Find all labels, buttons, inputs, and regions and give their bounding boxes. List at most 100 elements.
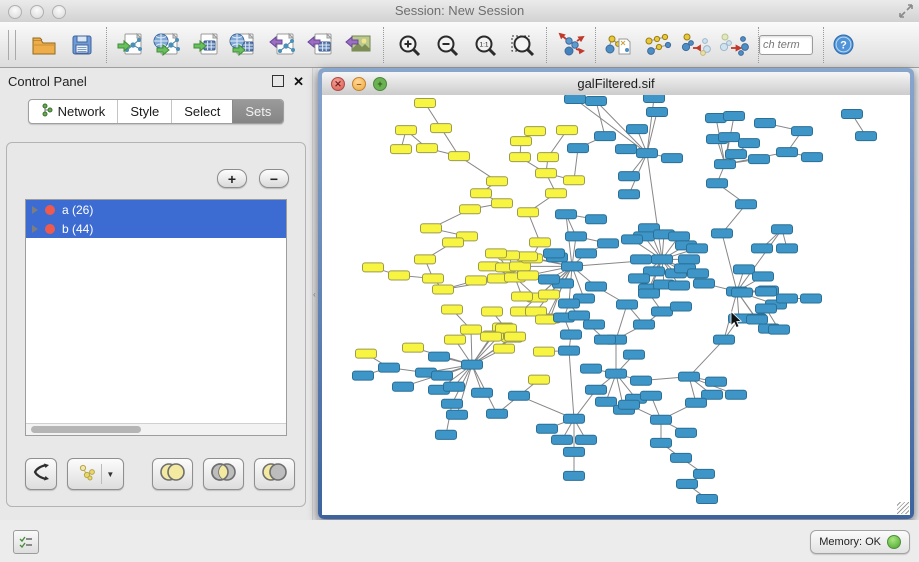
export-image-button[interactable] bbox=[344, 29, 374, 61]
graph-node-blue[interactable] bbox=[647, 108, 668, 117]
show-all-button[interactable] bbox=[719, 29, 749, 61]
graph-node-blue[interactable] bbox=[432, 371, 453, 380]
graph-node-blue[interactable] bbox=[679, 255, 700, 264]
import-table-url-button[interactable] bbox=[230, 29, 260, 61]
graph-node-yellow[interactable] bbox=[403, 343, 424, 352]
graph-node-yellow[interactable] bbox=[539, 290, 560, 299]
graph-node-blue[interactable] bbox=[353, 371, 374, 380]
dropdown-arrow-icon[interactable]: ▼ bbox=[106, 470, 114, 479]
graph-node-blue[interactable] bbox=[462, 360, 483, 369]
graph-node-yellow[interactable] bbox=[415, 99, 436, 108]
graph-node-blue[interactable] bbox=[676, 428, 697, 437]
graph-node-blue[interactable] bbox=[561, 330, 582, 339]
graph-node-yellow[interactable] bbox=[525, 127, 546, 136]
graph-node-blue[interactable] bbox=[576, 435, 597, 444]
frame-maximize-icon[interactable]: + bbox=[373, 77, 387, 91]
network-graph[interactable] bbox=[322, 95, 910, 515]
graph-node-blue[interactable] bbox=[581, 364, 602, 373]
zoom-in-button[interactable] bbox=[393, 29, 423, 61]
graph-node-blue[interactable] bbox=[586, 215, 607, 224]
search-input[interactable]: ch term bbox=[759, 35, 813, 55]
graph-node-blue[interactable] bbox=[559, 299, 580, 308]
close-panel-icon[interactable]: ✕ bbox=[293, 75, 304, 88]
set-list-item[interactable]: b (44) bbox=[26, 219, 286, 238]
graph-node-blue[interactable] bbox=[566, 232, 587, 241]
zoom-actual-size-button[interactable]: 1:1 bbox=[469, 29, 499, 61]
graph-node-blue[interactable] bbox=[753, 272, 774, 281]
first-neighbors-button[interactable] bbox=[643, 29, 673, 61]
graph-node-blue[interactable] bbox=[586, 385, 607, 394]
graph-node-blue[interactable] bbox=[777, 244, 798, 253]
graph-node-blue[interactable] bbox=[641, 391, 662, 400]
graph-node-blue[interactable] bbox=[619, 190, 640, 199]
graph-node-blue[interactable] bbox=[565, 95, 586, 104]
graph-node-yellow[interactable] bbox=[492, 199, 513, 208]
graph-node-blue[interactable] bbox=[747, 315, 768, 324]
graph-node-yellow[interactable] bbox=[557, 126, 578, 135]
graph-node-blue[interactable] bbox=[639, 289, 660, 298]
task-history-button[interactable] bbox=[13, 530, 39, 554]
graph-node-yellow[interactable] bbox=[471, 189, 492, 198]
graph-node-yellow[interactable] bbox=[445, 335, 466, 344]
graph-node-blue[interactable] bbox=[644, 95, 665, 103]
graph-node-blue[interactable] bbox=[634, 320, 655, 329]
graph-node-blue[interactable] bbox=[436, 430, 457, 439]
graph-node-blue[interactable] bbox=[509, 391, 530, 400]
graph-node-blue[interactable] bbox=[627, 125, 648, 134]
graph-node-blue[interactable] bbox=[707, 179, 728, 188]
apply-layout-button[interactable] bbox=[556, 29, 586, 61]
graph-node-blue[interactable] bbox=[739, 139, 760, 148]
graph-node-blue[interactable] bbox=[697, 494, 718, 503]
graph-node-yellow[interactable] bbox=[356, 349, 377, 358]
open-session-button[interactable] bbox=[29, 29, 59, 61]
graph-node-blue[interactable] bbox=[562, 262, 583, 271]
scrollbar-thumb[interactable] bbox=[31, 426, 141, 433]
graph-node-blue[interactable] bbox=[544, 249, 565, 258]
graph-node-blue[interactable] bbox=[671, 453, 692, 462]
graph-node-blue[interactable] bbox=[677, 479, 698, 488]
help-button[interactable]: ? bbox=[828, 29, 858, 61]
graph-node-blue[interactable] bbox=[606, 369, 627, 378]
frame-close-icon[interactable]: ✕ bbox=[331, 77, 345, 91]
split-set-button[interactable] bbox=[25, 458, 57, 490]
graph-node-blue[interactable] bbox=[679, 372, 700, 381]
graph-node-blue[interactable] bbox=[429, 352, 450, 361]
graph-node-yellow[interactable] bbox=[449, 152, 470, 161]
graph-node-yellow[interactable] bbox=[529, 375, 550, 384]
graph-node-yellow[interactable] bbox=[538, 153, 559, 162]
graph-node-blue[interactable] bbox=[736, 200, 757, 209]
import-network-file-button[interactable] bbox=[116, 29, 146, 61]
graph-node-blue[interactable] bbox=[755, 119, 776, 128]
zoom-out-button[interactable] bbox=[431, 29, 461, 61]
graph-node-yellow[interactable] bbox=[396, 126, 417, 135]
graph-node-blue[interactable] bbox=[596, 397, 617, 406]
graph-node-blue[interactable] bbox=[537, 424, 558, 433]
fullscreen-arrows-icon[interactable] bbox=[899, 4, 913, 18]
graph-node-yellow[interactable] bbox=[546, 189, 567, 198]
tab-style[interactable]: Style bbox=[117, 100, 171, 123]
graph-node-blue[interactable] bbox=[686, 398, 707, 407]
graph-node-blue[interactable] bbox=[617, 300, 638, 309]
graph-node-yellow[interactable] bbox=[534, 347, 555, 356]
set-list-item[interactable]: a (26) bbox=[26, 200, 286, 219]
graph-node-blue[interactable] bbox=[622, 235, 643, 244]
graph-node-blue[interactable] bbox=[856, 132, 877, 141]
graph-node-blue[interactable] bbox=[749, 155, 770, 164]
graph-node-blue[interactable] bbox=[719, 133, 740, 142]
graph-node-blue[interactable] bbox=[752, 244, 773, 253]
graph-node-blue[interactable] bbox=[444, 382, 465, 391]
graph-node-yellow[interactable] bbox=[512, 292, 533, 301]
graph-node-yellow[interactable] bbox=[460, 205, 481, 214]
graph-node-blue[interactable] bbox=[556, 210, 577, 219]
graph-node-yellow[interactable] bbox=[391, 145, 412, 154]
float-panel-icon[interactable] bbox=[272, 75, 284, 87]
graph-node-blue[interactable] bbox=[714, 335, 735, 344]
import-network-url-button[interactable] bbox=[154, 29, 184, 61]
network-frame-titlebar[interactable]: ✕ – + galFiltered.sif bbox=[322, 72, 910, 95]
graph-node-blue[interactable] bbox=[687, 244, 708, 253]
graph-node-yellow[interactable] bbox=[363, 263, 384, 272]
graph-node-blue[interactable] bbox=[624, 350, 645, 359]
graph-node-blue[interactable] bbox=[715, 160, 736, 169]
graph-node-blue[interactable] bbox=[393, 382, 414, 391]
graph-node-yellow[interactable] bbox=[433, 285, 454, 294]
